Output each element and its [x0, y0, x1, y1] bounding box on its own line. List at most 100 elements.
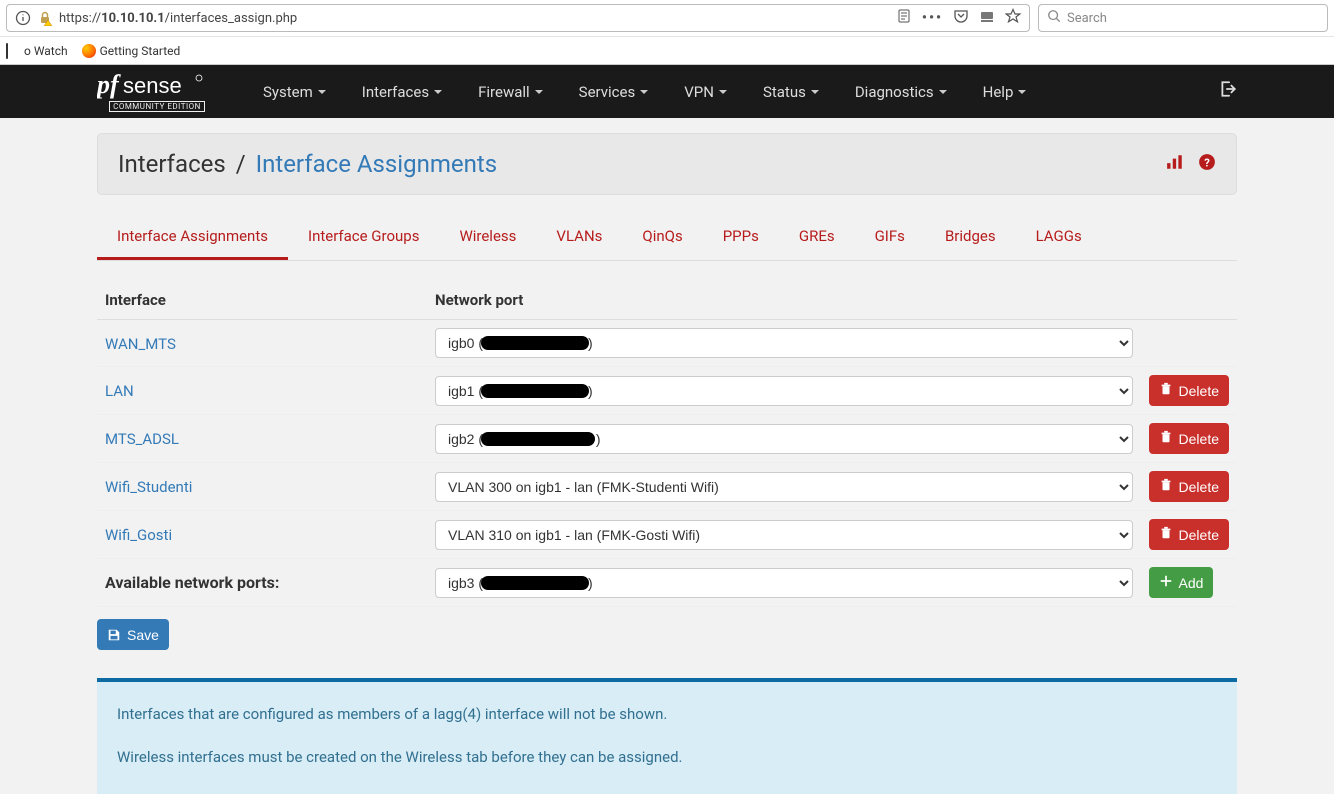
downloads-icon[interactable] [979, 8, 995, 28]
nav-diagnostics[interactable]: Diagnostics [837, 65, 965, 118]
pocket-icon[interactable] [953, 8, 969, 28]
browser-toolbar: https://10.10.10.1/interfaces_assign.php… [0, 0, 1334, 36]
trash-icon [1159, 430, 1173, 447]
delete-label: Delete [1179, 431, 1219, 447]
interface-table: Interface Network port WAN_MTSigb0 ( )LA… [97, 281, 1237, 607]
chevron-down-icon [640, 90, 648, 94]
available-label: Available network ports: [97, 559, 427, 607]
alert-line: Wireless interfaces must be created on t… [117, 747, 1217, 768]
port-select[interactable]: igb0 ( ) [435, 328, 1133, 358]
url-bar[interactable]: https://10.10.10.1/interfaces_assign.php… [6, 4, 1030, 32]
nav-help[interactable]: Help [965, 65, 1045, 118]
breadcrumb-page[interactable]: Interface Assignments [256, 150, 498, 178]
bookmark-fav-icon [6, 44, 20, 58]
page-container: Interfaces / Interface Assignments ? Int… [97, 118, 1237, 794]
breadcrumb-root: Interfaces [118, 150, 226, 178]
save-icon [107, 628, 121, 642]
nav-status[interactable]: Status [745, 65, 837, 118]
port-select-wrap: igb1 ( ) [435, 376, 1133, 406]
chevron-down-icon [535, 90, 543, 94]
breadcrumb: Interfaces / Interface Assignments [118, 150, 1166, 178]
port-select[interactable]: igb1 ( ) [435, 376, 1133, 406]
svg-text:pf: pf [97, 71, 121, 99]
delete-button[interactable]: Delete [1149, 423, 1229, 454]
delete-button[interactable]: Delete [1149, 519, 1229, 550]
nav-interfaces[interactable]: Interfaces [344, 65, 460, 118]
bookmark-label: o Watch [24, 44, 68, 58]
nav-services[interactable]: Services [561, 65, 667, 118]
nav-system[interactable]: System [245, 65, 344, 118]
port-select[interactable]: VLAN 300 on igb1 - lan (FMK-Studenti Wif… [435, 472, 1133, 502]
page-actions-icon[interactable]: ••• [922, 10, 943, 26]
interface-link[interactable]: Wifi_Studenti [105, 478, 192, 496]
bookmark-item[interactable]: Getting Started [82, 44, 181, 58]
table-row: Wifi_Gosti VLAN 310 on igb1 - lan (FMK-Go… [97, 511, 1237, 559]
chevron-down-icon [318, 90, 326, 94]
info-icon [15, 10, 31, 26]
page-header: Interfaces / Interface Assignments ? [97, 133, 1237, 195]
tab-interface-assignments[interactable]: Interface Assignments [97, 215, 288, 260]
port-select[interactable]: igb2 ( ) [435, 424, 1133, 454]
port-select[interactable]: VLAN 310 on igb1 - lan (FMK-Gosti Wifi) [435, 520, 1133, 550]
logo[interactable]: pf sense COMMUNITY EDITION [97, 71, 217, 112]
bookmark-item[interactable]: o Watch [6, 44, 68, 58]
col-interface: Interface [97, 281, 427, 320]
nav-items: System Interfaces Firewall Services VPN … [245, 65, 1044, 118]
port-select-wrap: igb3 ( ) [435, 568, 1133, 598]
interface-link[interactable]: WAN_MTS [105, 335, 176, 353]
port-select-wrap: VLAN 310 on igb1 - lan (FMK-Gosti Wifi) [435, 520, 1133, 550]
delete-label: Delete [1179, 527, 1219, 543]
tabs: Interface AssignmentsInterface GroupsWir… [97, 215, 1237, 261]
trash-icon [1159, 526, 1173, 543]
tab-bridges[interactable]: Bridges [925, 215, 1016, 260]
chevron-down-icon [434, 90, 442, 94]
stats-icon[interactable] [1166, 153, 1184, 175]
add-button[interactable]: Add [1149, 567, 1214, 598]
breadcrumb-sep: / [232, 150, 250, 178]
tab-interface-groups[interactable]: Interface Groups [288, 215, 439, 260]
tab-ppps[interactable]: PPPs [703, 215, 779, 260]
svg-text:sense: sense [123, 73, 182, 98]
interface-link[interactable]: Wifi_Gosti [105, 526, 172, 544]
reader-mode-icon[interactable] [896, 8, 912, 28]
help-icon[interactable]: ? [1198, 153, 1216, 175]
search-box[interactable]: Search [1038, 4, 1328, 32]
port-select-wrap: igb2 ( ) [435, 424, 1133, 454]
table-row: MTS_ADSL igb2 ( ) Delete [97, 415, 1237, 463]
chevron-down-icon [1018, 90, 1026, 94]
plus-icon [1159, 574, 1173, 591]
browser-chrome: https://10.10.10.1/interfaces_assign.php… [0, 0, 1334, 65]
logo-svg: pf sense [97, 71, 217, 99]
port-select-wrap: VLAN 300 on igb1 - lan (FMK-Studenti Wif… [435, 472, 1133, 502]
search-icon [1047, 9, 1061, 27]
trash-icon [1159, 382, 1173, 399]
port-select-wrap: igb0 ( ) [435, 328, 1133, 358]
tab-laggs[interactable]: LAGGs [1016, 215, 1102, 260]
available-ports-row: Available network ports: igb3 ( ) Add [97, 559, 1237, 607]
svg-text:?: ? [1204, 157, 1210, 170]
delete-button[interactable]: Delete [1149, 471, 1229, 502]
chevron-down-icon [719, 90, 727, 94]
tab-gifs[interactable]: GIFs [855, 215, 925, 260]
add-label: Add [1179, 575, 1204, 591]
tab-vlans[interactable]: VLANs [536, 215, 622, 260]
tab-wireless[interactable]: Wireless [439, 215, 536, 260]
chevron-down-icon [811, 90, 819, 94]
tab-qinqs[interactable]: QinQs [622, 215, 702, 260]
url-text: https://10.10.10.1/interfaces_assign.php [59, 11, 890, 26]
alert-line: Interfaces that are configured as member… [117, 704, 1217, 725]
table-row: Wifi_Studenti VLAN 300 on igb1 - lan (FMK… [97, 463, 1237, 511]
save-button[interactable]: Save [97, 619, 169, 650]
trash-icon [1159, 478, 1173, 495]
bookmark-star-icon[interactable] [1005, 8, 1021, 28]
nav-vpn[interactable]: VPN [666, 65, 745, 118]
logout-icon[interactable] [1219, 80, 1237, 103]
interface-link[interactable]: LAN [105, 382, 134, 400]
tab-gres[interactable]: GREs [779, 215, 855, 260]
delete-button[interactable]: Delete [1149, 375, 1229, 406]
port-select[interactable]: igb3 ( ) [435, 568, 1133, 598]
lock-warning-icon [37, 10, 53, 26]
nav-firewall[interactable]: Firewall [460, 65, 561, 118]
interface-link[interactable]: MTS_ADSL [105, 430, 179, 448]
url-right-icons: ••• [896, 8, 1021, 28]
